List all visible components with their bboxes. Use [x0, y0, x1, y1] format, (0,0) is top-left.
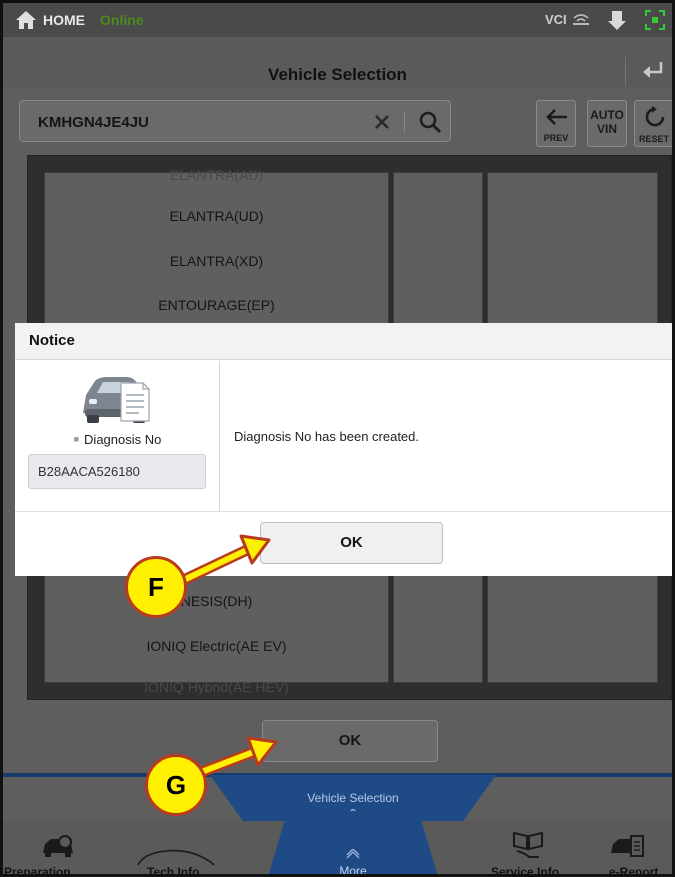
list-item[interactable]: ELANTRA(AD)	[45, 167, 388, 183]
callout-f-label: F	[148, 572, 164, 602]
diagnosis-number-field: B28AACA526180	[28, 454, 206, 489]
auto-vin-label-line2: VIN	[596, 122, 617, 136]
car-document-icon	[83, 377, 150, 423]
list-item[interactable]: IONIQ Hybrid(AE HEV)	[45, 679, 388, 695]
home-icon[interactable]	[15, 10, 37, 30]
dialog-ok-button[interactable]: OK	[260, 522, 443, 564]
car-outline-icon[interactable]	[136, 843, 216, 867]
clear-icon[interactable]	[374, 114, 390, 130]
scan-icon[interactable]	[645, 10, 665, 30]
diagnosis-label: ■ Diagnosis No	[15, 432, 220, 447]
report-icon[interactable]	[609, 833, 645, 859]
diagnosis-number: B28AACA526180	[38, 464, 140, 479]
callout-g: G	[145, 754, 207, 816]
list-item[interactable]: ELANTRA(UD)	[45, 208, 388, 224]
vehicle-selection-tab-label: Vehicle Selection	[307, 791, 399, 805]
dialog-title: Notice	[29, 332, 75, 349]
dialog-ok-label: OK	[340, 534, 363, 551]
vin-search-input[interactable]: KMHGN4JE4JU	[19, 100, 451, 142]
list-item[interactable]: NESIS(DH)	[45, 593, 388, 609]
auto-vin-label-line1: AUTO	[590, 108, 624, 122]
app-frame: HOME Online VCI Vehicle Selection KMHGN4…	[0, 0, 675, 877]
dialog-footer-divider	[15, 511, 672, 512]
search-icon[interactable]	[418, 110, 442, 134]
prev-button[interactable]: PREV	[536, 100, 576, 147]
vehicle-ok-label: OK	[338, 732, 362, 749]
arrow-left-icon	[546, 109, 567, 125]
list-item[interactable]: ELANTRA(XD)	[45, 253, 388, 269]
list-item[interactable]: IONIQ Electric(AE EV)	[45, 638, 388, 654]
vehicle-ok-button[interactable]: OK	[262, 720, 438, 762]
nav-tech-info[interactable]: Tech Info	[147, 865, 199, 874]
vin-value: KMHGN4JE4JU	[38, 114, 149, 131]
chevron-up-icon	[346, 849, 360, 859]
prev-label: PREV	[543, 133, 569, 143]
title-divider	[625, 57, 626, 85]
notice-dialog: Notice ■ Diagnosis No B28AACA526180 Diagn…	[15, 323, 672, 576]
preparation-icon[interactable]	[41, 833, 75, 859]
page-title: Vehicle Selection	[268, 65, 407, 84]
book-icon[interactable]	[511, 829, 545, 859]
status-bar: HOME Online VCI	[3, 3, 672, 37]
nav-service-info[interactable]: Service Info.	[491, 865, 562, 874]
dialog-header: Notice	[15, 323, 672, 360]
more-label: More	[339, 864, 367, 877]
nav-e-report[interactable]: e-Report	[609, 865, 658, 874]
download-icon[interactable]	[607, 9, 627, 31]
online-status: Online	[100, 12, 144, 28]
wifi-icon	[573, 14, 589, 25]
diagnosis-label-text: Diagnosis No	[84, 432, 162, 447]
home-label[interactable]: HOME	[43, 12, 85, 28]
dialog-message: Diagnosis No has been created.	[234, 429, 420, 444]
diagnosis-panel: ■ Diagnosis No B28AACA526180	[15, 361, 220, 511]
callout-g-label: G	[165, 770, 187, 800]
reset-button[interactable]: RESET	[634, 100, 672, 147]
callout-f: F	[125, 556, 187, 618]
search-divider	[404, 111, 405, 133]
back-arrow-icon[interactable]	[641, 59, 665, 81]
auto-vin-button[interactable]: AUTO VIN	[587, 100, 627, 147]
title-bar: Vehicle Selection	[3, 37, 672, 87]
reset-icon	[645, 106, 665, 127]
bullet-icon: ■	[73, 434, 80, 444]
reset-label: RESET	[638, 134, 669, 144]
list-item[interactable]: ENTOURAGE(EP)	[45, 297, 388, 313]
vci-label: VCI	[545, 12, 567, 27]
nav-preparation[interactable]: Preparation	[4, 865, 71, 874]
